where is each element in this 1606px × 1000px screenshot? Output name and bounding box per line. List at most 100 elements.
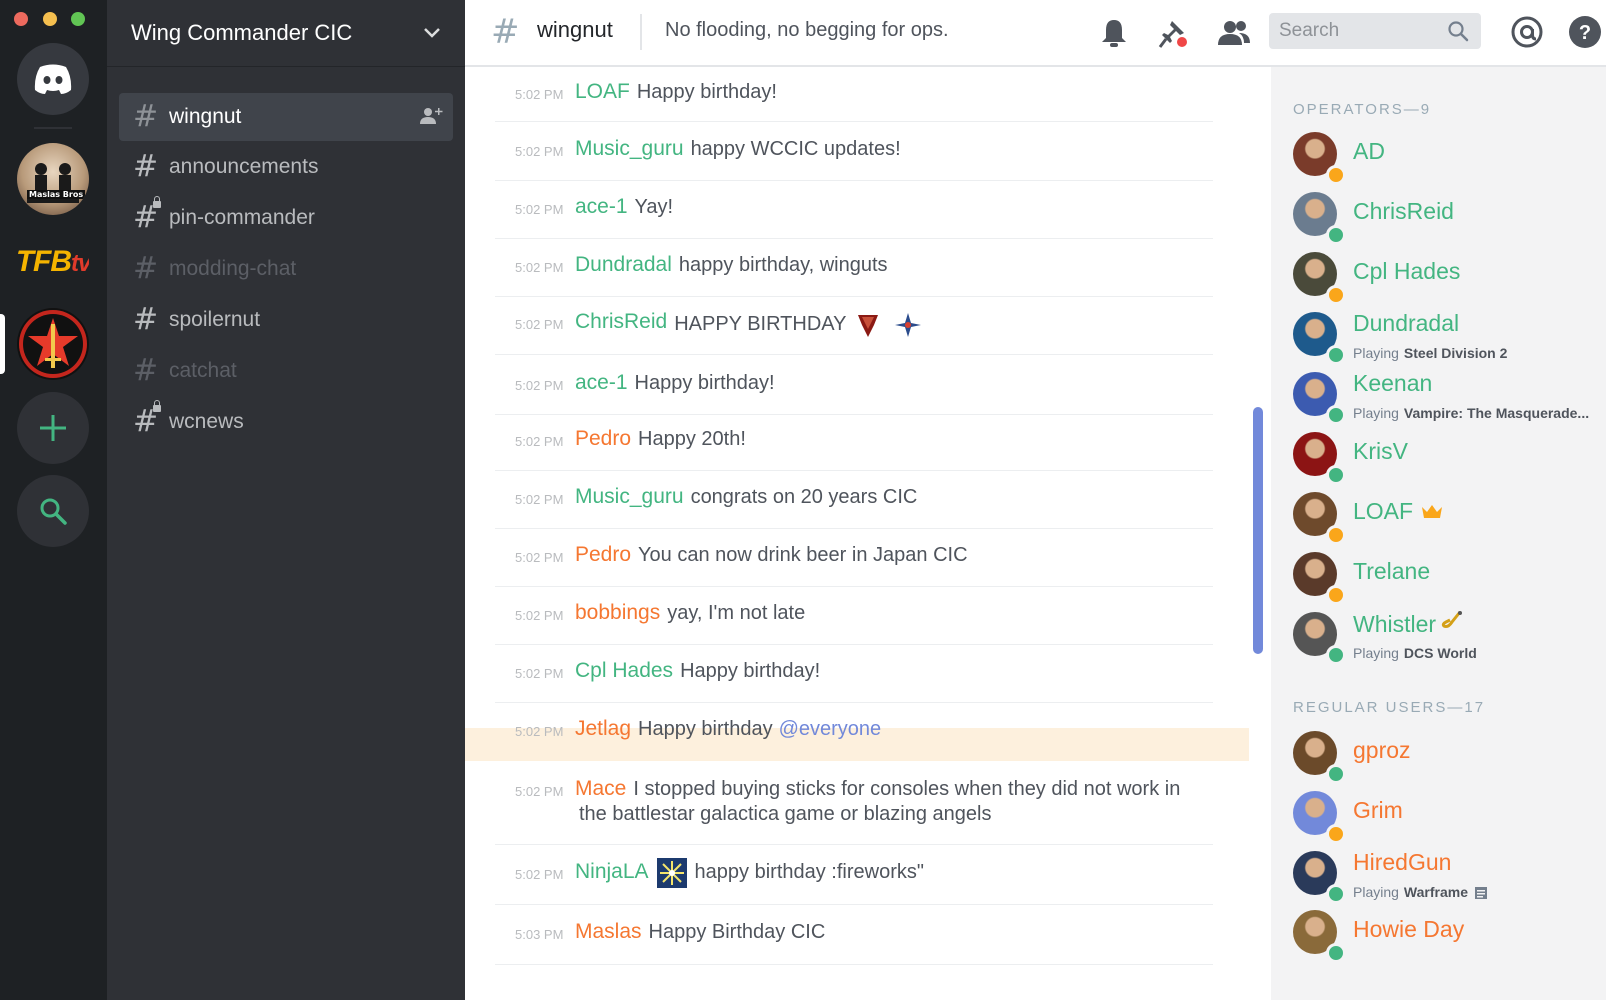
member-list-toggle[interactable]: [1217, 16, 1251, 50]
hash-icon: #: [133, 302, 159, 337]
member-name: Cpl Hades: [1353, 258, 1460, 285]
message-row: 5:02 PM LOAF Happy birthday!: [495, 67, 1213, 122]
channel-hash-icon: #: [491, 12, 520, 52]
member-item[interactable]: Whistler Playing DCS World: [1293, 611, 1603, 665]
member-item[interactable]: ChrisReid: [1293, 192, 1603, 245]
message-author[interactable]: Mace: [575, 777, 626, 801]
message-author[interactable]: Music_guru: [575, 137, 684, 161]
discord-home-button[interactable]: [17, 43, 89, 115]
discord-logo-icon: [34, 64, 72, 94]
member-name: Trelane: [1353, 558, 1430, 585]
member-item[interactable]: HiredGun Playing Warframe: [1293, 849, 1603, 904]
message-author[interactable]: ChrisReid: [575, 310, 667, 334]
member-name-text: Grim: [1353, 797, 1403, 823]
minimize-window-button[interactable]: [43, 12, 57, 26]
member-item[interactable]: Cpl Hades: [1293, 252, 1603, 305]
search-icon: [1447, 20, 1471, 44]
member-name-text: KrisV: [1353, 438, 1408, 464]
server-tfb-tv[interactable]: TFBtv: [17, 226, 89, 298]
hash-icon: #: [133, 353, 159, 388]
message-text: Happy birthday!: [680, 660, 820, 683]
channel-label: announcements: [169, 155, 319, 178]
notifications-button[interactable]: [1097, 16, 1131, 50]
message-text-content: Happy birthday: [638, 718, 773, 740]
message-author[interactable]: Pedro: [575, 427, 631, 451]
channel-topic: No flooding, no begging for ops.: [665, 19, 949, 41]
message-text-content: Happy birthday!: [636, 80, 777, 103]
scrollbar-thumb[interactable]: [1253, 407, 1263, 654]
channel-spoilernut[interactable]: # spoilernut: [119, 296, 453, 344]
status-idle-icon: [1326, 285, 1346, 305]
message-author[interactable]: Jetlag: [575, 717, 631, 741]
server-maslas-bros[interactable]: Maslas Bros: [17, 143, 89, 215]
member-item[interactable]: LOAF: [1293, 492, 1603, 545]
member-name: LOAF: [1353, 498, 1443, 525]
channel-sidebar: Wing Commander CIC # wingnut # announcem…: [107, 0, 465, 1000]
message-timestamp: 5:02 PM: [515, 378, 564, 393]
channel-wingnut[interactable]: # wingnut: [119, 93, 453, 141]
member-name-text: AD: [1353, 138, 1385, 164]
member-name-text: Dundradal: [1353, 310, 1460, 336]
message-text: happy birthday :fireworks": [695, 861, 924, 884]
message-text-content: yay, I'm not late: [667, 602, 806, 624]
member-name-text: LOAF: [1353, 498, 1414, 524]
message-author[interactable]: NinjaLA: [575, 860, 649, 884]
message-timestamp: 5:02 PM: [515, 202, 564, 217]
add-member-icon[interactable]: [419, 106, 443, 126]
message-timestamp: 5:02 PM: [515, 867, 564, 882]
zoom-window-button[interactable]: [71, 12, 85, 26]
member-name-text: Cpl Hades: [1353, 258, 1461, 284]
server-header[interactable]: Wing Commander CIC: [107, 0, 465, 67]
server-wing-commander-cic[interactable]: [17, 308, 89, 380]
message-text: congrats on 20 years CIC: [691, 486, 918, 509]
member-item[interactable]: Trelane: [1293, 552, 1603, 605]
member-item[interactable]: Howie Day: [1293, 910, 1603, 963]
channel-modding-chat[interactable]: # modding-chat: [119, 245, 453, 293]
channel-wcnews[interactable]: # wcnews: [119, 398, 453, 446]
explore-servers-button[interactable]: [17, 475, 89, 547]
message-author[interactable]: ace-1: [575, 195, 628, 219]
channel-announcements[interactable]: # announcements: [119, 143, 453, 191]
member-name-text: Keenan: [1353, 370, 1433, 396]
message-row: 5:02 PM ace-1 Yay!: [495, 181, 1213, 239]
add-server-button[interactable]: [17, 392, 89, 464]
everyone-mention[interactable]: @everyone: [779, 718, 882, 740]
member-item[interactable]: Grim: [1293, 791, 1603, 844]
channel-catchat[interactable]: # catchat: [119, 347, 453, 395]
message-author[interactable]: Maslas: [575, 920, 642, 944]
channel-title: wingnut: [537, 17, 613, 42]
message-row: 5:02 PM ChrisReid HAPPY BIRTHDAY: [495, 295, 1213, 355]
chevron-down-icon[interactable]: [423, 27, 441, 39]
custom-emoji-icons: [846, 313, 926, 337]
message-text-content: I stopped buying sticks for consoles whe…: [633, 778, 1181, 800]
activity-game: Vampire: The Masquerade...: [1403, 405, 1590, 421]
search-icon: [40, 498, 67, 525]
message-text-content: happy birthday, winguts: [678, 254, 888, 276]
member-item[interactable]: gproz: [1293, 731, 1603, 784]
activity-game: Warframe: [1403, 884, 1468, 900]
message-text-content: happy WCCIC updates!: [690, 138, 901, 160]
member-item[interactable]: Dundradal Playing Steel Division 2: [1293, 310, 1603, 365]
help-button[interactable]: ?: [1567, 14, 1603, 50]
message-row: 5:02 PM Mace I stopped buying sticks for c…: [495, 761, 1213, 845]
message-author[interactable]: Music_guru: [575, 485, 684, 509]
message-author[interactable]: LOAF: [575, 80, 630, 104]
message-author[interactable]: Dundradal: [575, 253, 672, 277]
message-text-content: Happy birthday!: [634, 372, 775, 394]
activity-prefix: Playing: [1353, 884, 1399, 900]
mentions-button[interactable]: [1509, 14, 1545, 50]
message-author[interactable]: ace-1: [575, 371, 628, 395]
channel-pin-commander[interactable]: # pin-commander: [119, 194, 453, 242]
message-author[interactable]: Cpl Hades: [575, 659, 673, 683]
help-icon: ?: [1569, 16, 1601, 48]
member-item[interactable]: AD: [1293, 132, 1603, 185]
member-item[interactable]: KrisV: [1293, 432, 1603, 485]
member-item[interactable]: Keenan Playing Vampire: The Masquerade...: [1293, 370, 1603, 425]
message-author[interactable]: Pedro: [575, 543, 631, 567]
close-window-button[interactable]: [14, 12, 28, 26]
message-text: happy WCCIC updates!: [691, 138, 901, 161]
message-author[interactable]: bobbings: [575, 601, 660, 625]
pinned-messages-button[interactable]: [1157, 16, 1191, 50]
plus-icon: [40, 415, 66, 441]
message-row: 5:02 PM Dundradal happy birthday, winguts: [495, 239, 1213, 297]
